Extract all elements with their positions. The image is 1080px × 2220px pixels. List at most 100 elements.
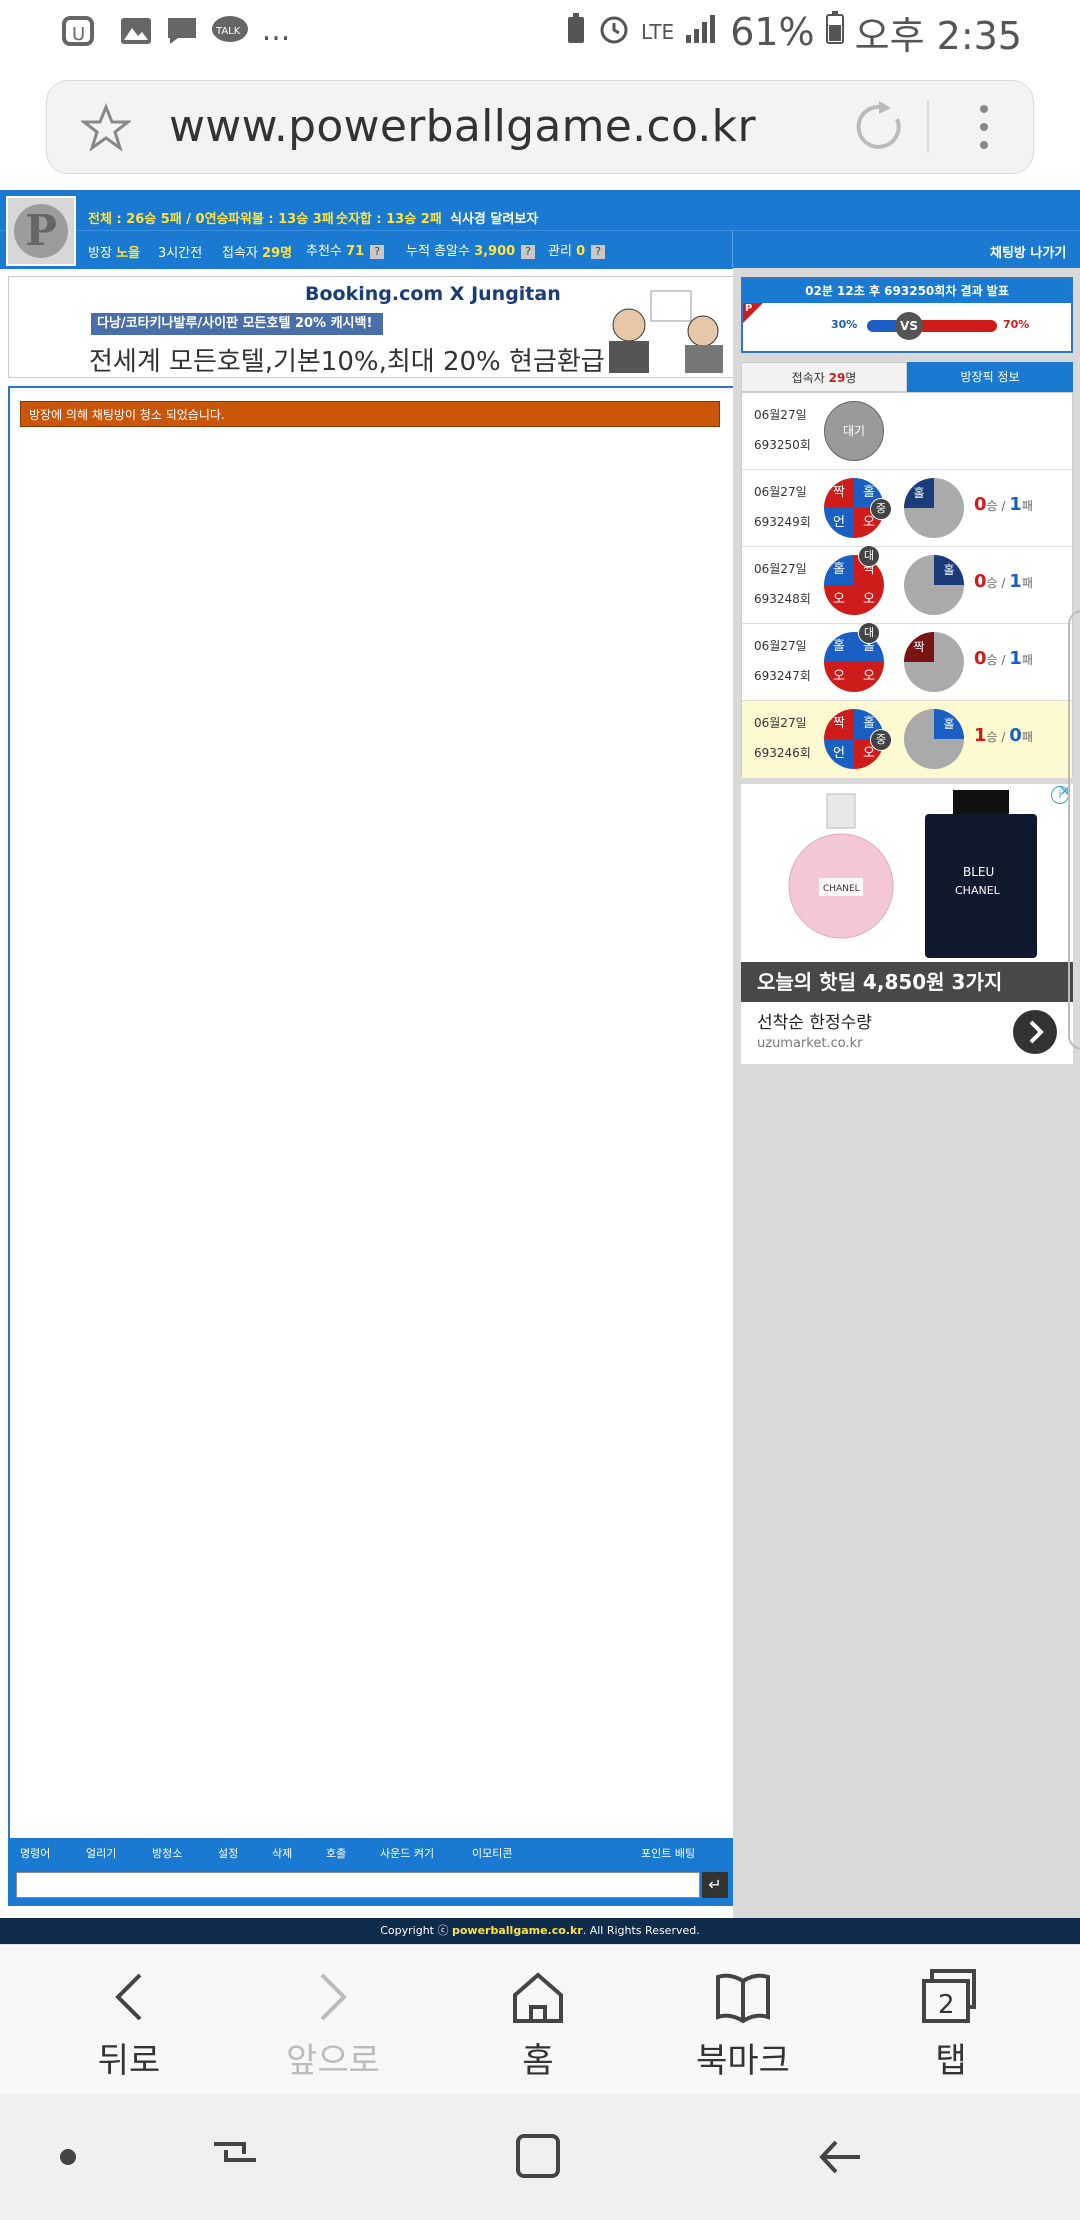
pick-score: 0승 / 1패: [974, 494, 1033, 515]
stat-powerball: 파워볼 : 13승 3패: [228, 212, 334, 227]
result-countdown: 02분 12초 후 693250회차 결과 발표 P 30% VS 70%: [741, 277, 1073, 353]
ad-perfume[interactable]: i ✕ CHANEL BLEU CHANEL 오늘의 핫딜 4,850원 3가지 …: [741, 784, 1073, 1064]
pick-score: 1승 / 0패: [974, 725, 1033, 746]
tab-owner-picks[interactable]: 방장픽 정보: [907, 362, 1073, 392]
chat-area: [8, 386, 735, 1842]
toolbar-emoticon[interactable]: 이모티콘: [472, 1845, 512, 1861]
uplus-icon: U: [62, 14, 98, 48]
ad-domain: uzumarket.co.kr: [757, 1036, 863, 1051]
countdown-title: 02분 12초 후 693250회차 결과 발표: [743, 279, 1071, 303]
ad-subline: 선착순 한정수량: [757, 1013, 872, 1033]
copyright-footer: Copyright ⓒ powerballgame.co.kr. All Rig…: [0, 1918, 1080, 1944]
chat-toolbar: 명령어 얼리기 방청소 설정 삭제 호출 사운드 켜기 이모티콘 포인트 배팅: [8, 1838, 733, 1866]
pick-date: 06월27일: [754, 408, 807, 422]
ad-go-button[interactable]: [1013, 1010, 1057, 1054]
message-icon: [164, 14, 200, 48]
battery-percent: 61%: [730, 10, 815, 54]
pick-round: 693248회: [754, 592, 811, 606]
book-icon: [668, 1967, 818, 2027]
battery-saver-icon: [565, 10, 587, 54]
home-square-icon[interactable]: [514, 2132, 564, 2186]
time-info: 3시간전: [158, 246, 203, 261]
help-button[interactable]: ?: [521, 244, 536, 259]
battery-icon: [825, 10, 845, 54]
ad-headline: 오늘의 핫딜 4,850원 3가지: [741, 962, 1073, 1002]
pick-row: 06월27일 693249회 짝 홀 언 오 중 홀 0승 / 1패: [742, 470, 1072, 547]
power-ball: 홀: [904, 478, 964, 538]
pick-round: 693246회: [754, 746, 811, 760]
system-nav-bar: [0, 2094, 1080, 2220]
network-type: LTE: [640, 20, 675, 44]
forward-button[interactable]: 앞으로: [258, 1945, 408, 2095]
toolbar-delete[interactable]: 삭제: [272, 1845, 292, 1861]
kakaotalk-icon: TALK: [210, 14, 250, 48]
url-text[interactable]: www.powerballgame.co.kr: [169, 101, 756, 152]
chevron-left-icon: [54, 1967, 204, 2027]
svg-text:CHANEL: CHANEL: [823, 884, 860, 894]
exit-room-button[interactable]: 채팅방 나가기: [990, 242, 1066, 261]
dot-icon[interactable]: [60, 2149, 76, 2165]
more-notifications: ...: [261, 13, 291, 48]
alarm-icon: [597, 10, 631, 54]
right-bar: [919, 320, 997, 332]
star-icon[interactable]: [79, 102, 133, 155]
reload-icon[interactable]: [853, 99, 909, 159]
toolbar-clean[interactable]: 방청소: [152, 1845, 182, 1861]
stat-total: 전체 : 26승 5패 / 0연승: [88, 212, 229, 227]
stat-sum: 숫자합 : 13승 2패: [336, 212, 442, 227]
address-bar[interactable]: www.powerballgame.co.kr: [46, 80, 1034, 174]
size-badge: 중: [870, 729, 892, 751]
size-badge: 대: [858, 622, 880, 644]
left-percent: 30%: [831, 318, 858, 331]
clock: 오후 2:35: [854, 13, 1022, 58]
room-logo: P: [6, 196, 76, 266]
chevron-right-icon: [258, 1967, 408, 2027]
signal-icon: [684, 10, 720, 54]
size-badge: 대: [858, 545, 880, 567]
status-right: LTE 61% 오후 2:35: [565, 8, 1022, 58]
visitors-info: 접속자 29명: [222, 246, 293, 261]
pick-round: 693247회: [754, 669, 811, 683]
power-ball: 짝: [904, 632, 964, 692]
send-button[interactable]: ↵: [702, 1872, 728, 1898]
toolbar-freeze[interactable]: 얼리기: [86, 1845, 116, 1861]
ad-banner[interactable]: Booking.com X Jungitan 다낭/코타키나발루/사이판 모든호…: [8, 276, 736, 378]
pick-list: 06월27일 693250회 대기 06월27일 693249회 짝 홀 언 오…: [741, 392, 1073, 778]
back-button[interactable]: 뒤로: [54, 1945, 204, 2095]
ad-brand: Booking.com X Jungitan: [305, 283, 561, 305]
divider: [732, 230, 733, 268]
bookmarks-button[interactable]: 북마크: [668, 1945, 818, 2095]
pick-row: 06월27일 693246회 짝 홀 언 오 중 홀 1승 / 0패: [742, 701, 1072, 778]
pick-date: 06월27일: [754, 485, 807, 499]
kebab-menu-icon[interactable]: [977, 101, 991, 157]
home-button[interactable]: 홈: [463, 1945, 613, 2095]
tabs-button[interactable]: 2 탭: [876, 1945, 1026, 2095]
vs-badge: VS: [895, 312, 923, 340]
toolbar-commands[interactable]: 명령어: [20, 1845, 50, 1861]
right-percent: 70%: [1003, 318, 1030, 331]
toolbar-sound-on[interactable]: 사운드 켜기: [380, 1845, 434, 1861]
recents-icon[interactable]: [210, 2132, 260, 2186]
tab-visitors[interactable]: 접속자 29명: [741, 362, 907, 392]
help-button[interactable]: ?: [591, 244, 606, 259]
chat-input[interactable]: [16, 1872, 700, 1898]
system-notice: 방장에 의해 채팅방이 청소 되었습니다.: [20, 401, 720, 427]
status-bar: U TALK ... LTE 61% 오후 2:35: [0, 0, 1080, 64]
toolbar-call[interactable]: 호출: [326, 1845, 346, 1861]
point-bet-button[interactable]: 포인트 배팅: [641, 1845, 695, 1861]
waiting-badge: 대기: [824, 401, 884, 461]
gallery-icon: [118, 14, 154, 48]
pick-round: 693249회: [754, 515, 811, 529]
room-title: 식사경 달려보자: [450, 212, 539, 227]
pick-round: 693250회: [754, 438, 811, 452]
pick-score: 0승 / 1패: [974, 648, 1033, 669]
svg-text:TALK: TALK: [215, 26, 241, 37]
pick-date: 06월27일: [754, 639, 807, 653]
help-button[interactable]: ?: [370, 244, 385, 259]
toolbar-settings[interactable]: 설정: [218, 1845, 238, 1861]
back-arrow-icon[interactable]: [816, 2132, 866, 2186]
pick-row: 06월27일 693250회 대기: [742, 393, 1072, 470]
chat-input-row: ↵: [8, 1866, 733, 1906]
perfume-blue-image: BLEU CHANEL: [919, 790, 1043, 958]
edge-panel-handle[interactable]: [1068, 610, 1080, 1050]
